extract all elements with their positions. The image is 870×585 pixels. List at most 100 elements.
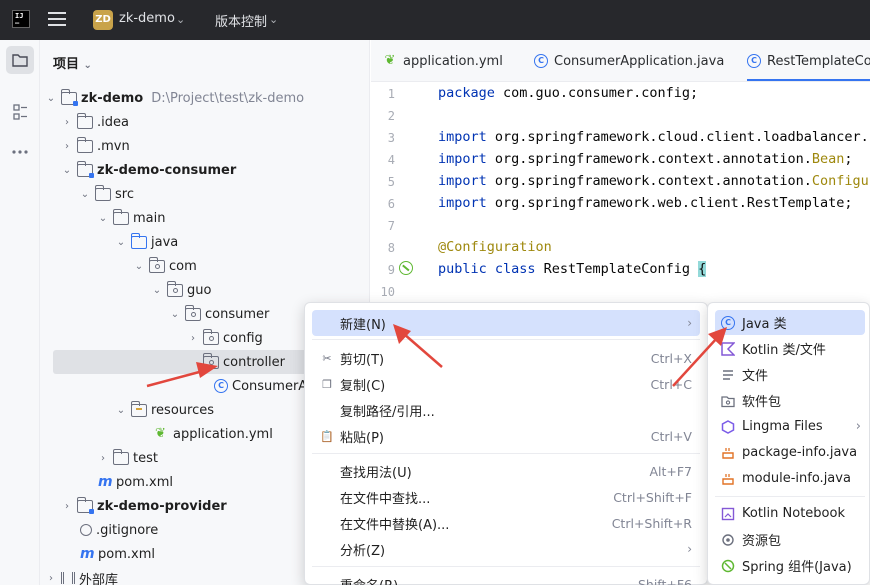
intellij-logo-icon[interactable]: IJ — xyxy=(12,10,30,28)
line-number: 3 xyxy=(387,131,395,145)
chevron-right-icon: › xyxy=(687,316,692,330)
chevron-right-icon[interactable]: › xyxy=(59,141,75,152)
tree-item-mvn[interactable]: › .mvn xyxy=(40,134,370,158)
context-menu: 新建(N) › ✂ 剪切(T) Ctrl+X ❐ 复制(C) Ctrl+C 复制路径/引用… xyxy=(304,302,708,585)
tree-item-com[interactable]: ⌄ com xyxy=(40,254,370,278)
tab-application-yml[interactable]: ❦ application.yml xyxy=(383,40,503,81)
menu-item-analyze[interactable]: 分析(Z) › xyxy=(312,536,700,562)
line-number: 1 xyxy=(387,87,395,101)
menu-item-find-usages[interactable]: 查找用法(U) Alt+F7 xyxy=(312,458,700,484)
chevron-down-icon[interactable]: ⌄ xyxy=(43,93,59,104)
spring-bean-gutter-icon[interactable] xyxy=(399,261,413,275)
project-panel-title[interactable]: 项目 ⌄ xyxy=(53,53,92,72)
line-number: 9 xyxy=(387,263,395,277)
tree-item-guo[interactable]: ⌄ guo xyxy=(40,278,370,302)
folder-icon xyxy=(94,184,111,201)
package-icon xyxy=(166,280,183,297)
tree-item-zk-demo-consumer[interactable]: ⌄ zk-demo-consumer xyxy=(40,158,370,182)
submenu-item-file[interactable]: 文件 xyxy=(715,362,865,387)
project-switcher[interactable]: zk-demo xyxy=(119,11,175,26)
chevron-right-icon: › xyxy=(687,542,692,556)
folder-icon xyxy=(112,208,129,225)
java-file-icon xyxy=(721,446,735,460)
submenu-item-spring-component[interactable]: Spring 组件(Java) xyxy=(715,553,865,578)
module-folder-icon xyxy=(76,160,94,178)
vcs-widget[interactable]: 版本控制 xyxy=(215,11,267,30)
chevron-down-icon[interactable]: ⌄ xyxy=(269,13,278,26)
menu-item-replace-in-files[interactable]: 在文件中替换(A)... Ctrl+Shift+R xyxy=(312,510,700,536)
menu-item-find-in-files[interactable]: 在文件中查找... Ctrl+Shift+F xyxy=(312,484,700,510)
chevron-down-icon[interactable]: ⌄ xyxy=(77,189,93,200)
chevron-down-icon[interactable]: ⌄ xyxy=(167,309,183,320)
chevron-right-icon: › xyxy=(855,419,861,434)
menu-separator xyxy=(715,496,865,497)
project-badge[interactable]: ZD xyxy=(93,10,113,30)
line-number: 8 xyxy=(387,241,395,255)
submenu-item-java-class[interactable]: C Java 类 xyxy=(715,310,865,335)
submenu-item-module-info[interactable]: module-info.java xyxy=(715,466,865,491)
tree-item-main[interactable]: ⌄ main xyxy=(40,206,370,230)
java-class-icon: C xyxy=(747,54,761,68)
lingma-icon xyxy=(721,419,735,434)
submenu-item-kotlin-notebook[interactable]: Kotlin Notebook xyxy=(715,501,865,526)
submenu-item-package[interactable]: 软件包 xyxy=(715,388,865,413)
menu-item-paste[interactable]: 📋 粘贴(P) Ctrl+V xyxy=(312,423,700,449)
chevron-down-icon[interactable]: ⌄ xyxy=(59,165,75,176)
menu-item-cut[interactable]: ✂ 剪切(T) Ctrl+X xyxy=(312,345,700,371)
tree-item-java[interactable]: ⌄ java xyxy=(40,230,370,254)
tool-window-strip xyxy=(0,40,40,585)
submenu-item-lingma-files[interactable]: Lingma Files › xyxy=(715,414,865,439)
chevron-right-icon[interactable]: › xyxy=(59,117,75,128)
chevron-right-icon[interactable]: › xyxy=(59,501,75,512)
yaml-icon: ❦ xyxy=(384,53,396,68)
copy-icon: ❐ xyxy=(322,377,332,391)
code-line: package com.guo.consumer.config; xyxy=(438,85,699,101)
java-class-icon: C xyxy=(534,54,548,68)
code-line: @Configuration xyxy=(438,239,552,255)
code-line: public class RestTemplateConfig { xyxy=(438,261,707,277)
project-folder-icon[interactable] xyxy=(6,46,34,74)
submenu-item-kotlin-class[interactable]: Kotlin 类/文件 xyxy=(715,336,865,361)
chevron-right-icon[interactable]: › xyxy=(43,573,59,584)
chevron-right-icon[interactable]: › xyxy=(95,453,111,464)
line-number: 4 xyxy=(387,153,395,167)
more-tools-icon[interactable] xyxy=(6,138,34,166)
menu-item-rename[interactable]: 重命名(R)...Shift+F6 xyxy=(312,571,700,585)
tree-item-src[interactable]: ⌄ src xyxy=(40,182,370,206)
submenu-item-package-info[interactable]: package-info.java xyxy=(715,440,865,465)
chevron-down-icon[interactable]: ⌄ xyxy=(95,213,111,224)
java-class-icon: C xyxy=(721,315,735,330)
chevron-down-icon[interactable]: ⌄ xyxy=(131,261,147,272)
tree-item-idea[interactable]: › .idea xyxy=(40,110,370,134)
chevron-down-icon[interactable]: ⌄ xyxy=(113,237,129,248)
chevron-down-icon[interactable]: ⌄ xyxy=(149,285,165,296)
code-line: import org.springframework.context.annot… xyxy=(438,173,870,189)
editor-tabs: ❦ application.yml C ConsumerApplication.ja… xyxy=(371,40,870,82)
menu-item-new[interactable]: 新建(N) › xyxy=(312,310,700,336)
tab-rest-template-config[interactable]: CRestTemplateConf xyxy=(747,40,870,81)
chevron-down-icon[interactable]: ⌄ xyxy=(176,13,185,26)
tree-item-zk-demo[interactable]: ⌄ zk-demo D:\Project\test\zk-demo xyxy=(40,86,370,110)
submenu-item-resource-bundle[interactable]: 资源包 xyxy=(715,527,865,552)
gitignore-icon xyxy=(80,524,92,536)
menu-separator xyxy=(312,453,700,454)
maven-icon: m xyxy=(80,545,95,562)
menu-item-copy[interactable]: ❐ 复制(C) Ctrl+C xyxy=(312,371,700,397)
package-icon xyxy=(184,304,201,321)
line-number: 5 xyxy=(387,175,395,189)
line-number: 2 xyxy=(387,109,395,123)
main-menu-icon[interactable] xyxy=(48,12,66,28)
menu-item-copy-path[interactable]: 复制路径/引用... xyxy=(312,397,700,423)
tab-consumer-application[interactable]: C ConsumerApplication.java xyxy=(534,40,724,81)
notebook-icon xyxy=(721,507,735,521)
line-number: 6 xyxy=(387,197,395,211)
spring-icon xyxy=(721,559,735,573)
code-line: import org.springframework.context.annot… xyxy=(438,151,853,167)
chevron-down-icon[interactable]: ⌄ xyxy=(113,405,129,416)
chevron-right-icon[interactable]: › xyxy=(185,333,201,344)
title-bar: IJ — ZD zk-demo ⌄ 版本控制 ⌄ xyxy=(0,0,870,40)
line-number: 10 xyxy=(380,285,395,299)
menu-separator xyxy=(312,566,700,567)
menu-separator xyxy=(312,339,700,340)
structure-icon[interactable] xyxy=(6,98,34,126)
